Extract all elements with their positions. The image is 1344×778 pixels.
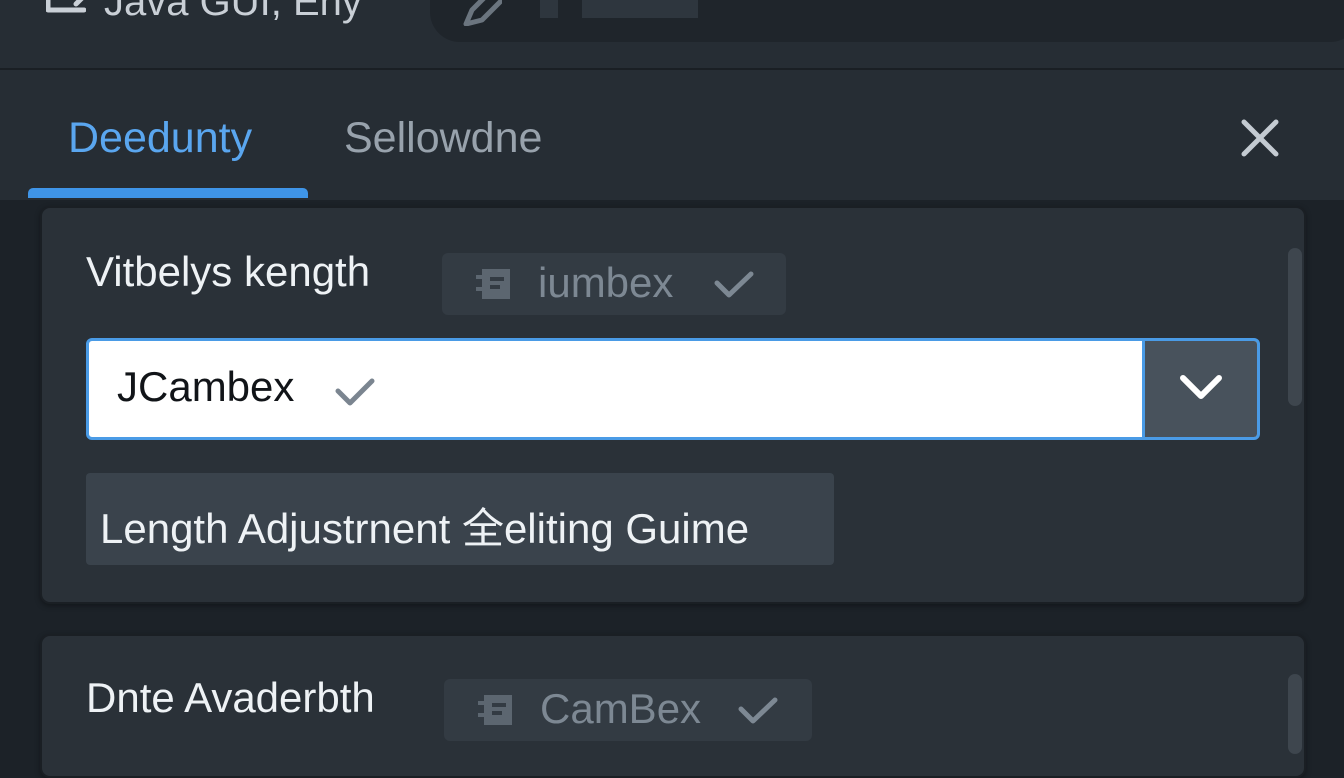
toolbar-separator (540, 0, 558, 18)
window-icon (46, 0, 86, 13)
close-icon[interactable] (1236, 114, 1284, 162)
pencil-icon[interactable] (462, 0, 502, 26)
chip-iumbex[interactable]: iumbex (442, 253, 786, 315)
guide-button-label: Length Adjustrnent 全eliting Guime (100, 505, 750, 552)
tab-deeduntu[interactable]: Deeduntу (68, 114, 252, 163)
toolbar-field[interactable] (582, 0, 698, 18)
toolbar (430, 0, 1344, 42)
field-label-length: Vitbelys kength (86, 248, 371, 295)
app-title: Java GUI, Eny (104, 0, 362, 24)
check-icon (714, 271, 754, 298)
calendar-icon (478, 695, 512, 725)
field-label-date: Dnte Avaderbth (86, 674, 375, 721)
chip-cambex[interactable]: CamBex (444, 679, 812, 741)
active-tab-indicator (28, 188, 308, 198)
tab-bar: Deeduntу Sellowdne (0, 70, 1344, 200)
calendar-icon (476, 269, 510, 299)
chevron-down-icon (1180, 375, 1222, 399)
combo-value: JCambex (117, 363, 295, 410)
scrollbar-thumb[interactable] (1288, 248, 1302, 406)
dropdown-button[interactable] (1142, 341, 1257, 437)
scrollbar-thumb-lower[interactable] (1288, 674, 1302, 754)
check-icon (738, 697, 778, 724)
title-bar: Java GUI, Eny (0, 0, 1344, 70)
check-icon (335, 378, 375, 406)
length-combo-box[interactable]: JCambex (86, 338, 1260, 440)
chip-label: iumbex (538, 259, 674, 306)
length-adjustment-guide-button[interactable]: Length Adjustrnent 全eliting Guime (86, 473, 834, 565)
tab-sellowdne[interactable]: Sellowdne (344, 114, 542, 163)
chip-label: CamBex (540, 685, 702, 732)
